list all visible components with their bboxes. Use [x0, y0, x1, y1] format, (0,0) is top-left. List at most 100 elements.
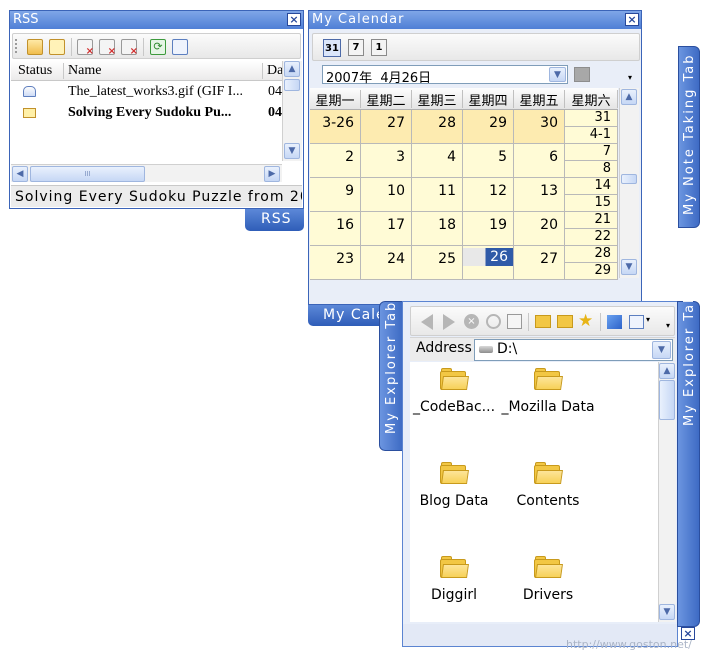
folder-up-icon[interactable]	[535, 315, 551, 328]
scroll-down-button[interactable]: ▼	[284, 143, 300, 159]
date-picker[interactable]: 2007年 4月26日 ▼	[322, 65, 568, 86]
forward-icon[interactable]	[443, 314, 455, 330]
scroll-thumb[interactable]	[621, 174, 637, 184]
rss-horizontal-scrollbar[interactable]: ◀ III ▶	[11, 164, 282, 182]
delete-all-icon[interactable]: ×	[121, 39, 138, 57]
folder-icon[interactable]	[534, 462, 563, 484]
calendar-day-cell[interactable]: 25	[412, 246, 463, 280]
address-input[interactable]: D:\ ▼	[474, 339, 673, 361]
calendar-day-cell[interactable]: 20	[514, 212, 565, 246]
calendar-weekend-cell[interactable]: 28	[565, 246, 618, 263]
calendar-weekend-cell[interactable]: 14	[565, 178, 618, 195]
day-view-button[interactable]: 1	[371, 39, 387, 56]
explorer-vertical-scrollbar[interactable]: ▲ ▼	[658, 362, 676, 622]
calendar-weekend-cell[interactable]: 15	[565, 195, 618, 212]
calendar-weekend-cell[interactable]: 22	[565, 229, 618, 246]
calendar-close-button[interactable]: ×	[625, 13, 639, 26]
delete-item-icon[interactable]: ×	[99, 39, 116, 57]
calendar-weekend-cell[interactable]: 29	[565, 263, 618, 280]
calendar-day-cell[interactable]: 27	[361, 110, 412, 144]
calendar-day-cell[interactable]: 10	[361, 178, 412, 212]
folders-icon[interactable]	[557, 315, 573, 328]
folder-icon[interactable]	[440, 556, 469, 578]
column-header-status[interactable]: Status	[18, 63, 52, 79]
back-icon[interactable]	[421, 314, 433, 330]
views-icon[interactable]	[629, 315, 644, 329]
note-taking-tab[interactable]: My Note Taking Tab	[678, 46, 700, 228]
week-view-button[interactable]: 7	[348, 39, 364, 56]
rss-close-button[interactable]: ×	[287, 13, 301, 26]
calendar-weekend-cell[interactable]: 4-1	[565, 127, 618, 144]
rss-vertical-scrollbar[interactable]: ▲ ▼	[282, 61, 302, 161]
rss-titlebar[interactable]: RSS	[10, 11, 303, 29]
calendar-weekend-cell[interactable]: 21	[565, 212, 618, 229]
hscroll-thumb[interactable]: III	[30, 166, 145, 182]
scroll-down-button[interactable]: ▼	[659, 604, 675, 620]
calendar-day-cell[interactable]: 16	[310, 212, 361, 246]
month-view-button[interactable]: 31	[323, 39, 341, 57]
export-icon[interactable]	[172, 39, 188, 55]
views-dropdown-icon[interactable]: ▾	[646, 315, 650, 324]
scroll-up-button[interactable]: ▲	[659, 363, 675, 379]
column-header-date[interactable]: Da	[267, 63, 283, 79]
folder-icon[interactable]	[440, 368, 469, 390]
calendar-day-cell[interactable]: 2	[310, 144, 361, 178]
mail-closed-icon[interactable]	[49, 39, 65, 55]
refresh-icon[interactable]: ⟳	[150, 39, 166, 55]
explorer-right-tab[interactable]: My Explorer Tab	[677, 293, 700, 627]
favorites-icon[interactable]: ★	[578, 311, 593, 331]
date-picker-dropdown-button[interactable]: ▼	[549, 67, 566, 82]
calendar-day-cell[interactable]: 4	[412, 144, 463, 178]
calendar-day-cell[interactable]: 3	[361, 144, 412, 178]
calendar-day-cell[interactable]: 12	[463, 178, 514, 212]
mail-open-icon[interactable]	[27, 39, 43, 55]
calendar-day-cell[interactable]: 5	[463, 144, 514, 178]
calendar-day-cell[interactable]: 30	[514, 110, 565, 144]
explorer-left-tab[interactable]: My Explorer Tab	[379, 301, 403, 451]
home-icon[interactable]	[507, 314, 522, 329]
rss-tab[interactable]: RSS	[245, 209, 304, 231]
calendar-overflow-icon[interactable]: ▾	[628, 73, 632, 82]
scroll-right-button[interactable]: ▶	[264, 166, 280, 182]
scroll-down-button[interactable]: ▼	[621, 259, 637, 275]
calendar-titlebar[interactable]: My Calendar	[309, 11, 641, 29]
toolbar-grip[interactable]	[15, 39, 18, 53]
toolbar-overflow-icon[interactable]: ▾	[666, 321, 670, 330]
address-dropdown-button[interactable]: ▼	[652, 341, 671, 359]
calendar-day-cell[interactable]: 23	[310, 246, 361, 280]
scroll-up-button[interactable]: ▲	[621, 89, 637, 105]
column-header-name[interactable]: Name	[68, 63, 101, 79]
calendar-vertical-scrollbar[interactable]: ▲ ▼	[619, 88, 639, 278]
refresh-icon[interactable]	[486, 314, 501, 329]
send-icon[interactable]	[607, 315, 622, 329]
scroll-up-button[interactable]: ▲	[284, 61, 300, 77]
calendar-day-cell[interactable]: 27	[514, 246, 565, 280]
folder-icon[interactable]	[534, 368, 563, 390]
calendar-day-cell[interactable]: 18	[412, 212, 463, 246]
folder-label[interactable]: _Mozilla Data	[493, 399, 603, 415]
stop-icon[interactable]: ×	[464, 314, 479, 329]
calendar-day-cell[interactable]: 29	[463, 110, 514, 144]
scroll-left-button[interactable]: ◀	[12, 166, 28, 182]
calendar-day-cell[interactable]: 17	[361, 212, 412, 246]
list-item[interactable]: Solving Every Sudoku Pu... 04	[11, 104, 282, 124]
scroll-thumb[interactable]	[284, 79, 300, 91]
calendar-day-cell[interactable]: 19	[463, 212, 514, 246]
calendar-weekend-cell[interactable]: 7	[565, 144, 618, 161]
calendar-day-cell[interactable]: 13	[514, 178, 565, 212]
calendar-weekend-cell[interactable]: 31	[565, 110, 618, 127]
calendar-day-cell[interactable]: 28	[412, 110, 463, 144]
list-item[interactable]: The_latest_works3.gif (GIF I... 04	[11, 83, 282, 103]
calendar-day-cell[interactable]: 11	[412, 178, 463, 212]
delete-feed-icon[interactable]: ×	[77, 39, 94, 57]
calendar-weekend-cell[interactable]: 8	[565, 161, 618, 178]
calendar-day-cell[interactable]: 9	[310, 178, 361, 212]
folder-label[interactable]: Contents	[493, 493, 603, 509]
calendar-day-cell[interactable]: 26	[463, 246, 514, 280]
calendar-day-cell[interactable]: 6	[514, 144, 565, 178]
calendar-day-cell[interactable]: 24	[361, 246, 412, 280]
folder-label[interactable]: Drivers	[493, 587, 603, 603]
color-swatch[interactable]	[574, 67, 590, 82]
scroll-thumb[interactable]	[659, 380, 675, 420]
folder-icon[interactable]	[534, 556, 563, 578]
